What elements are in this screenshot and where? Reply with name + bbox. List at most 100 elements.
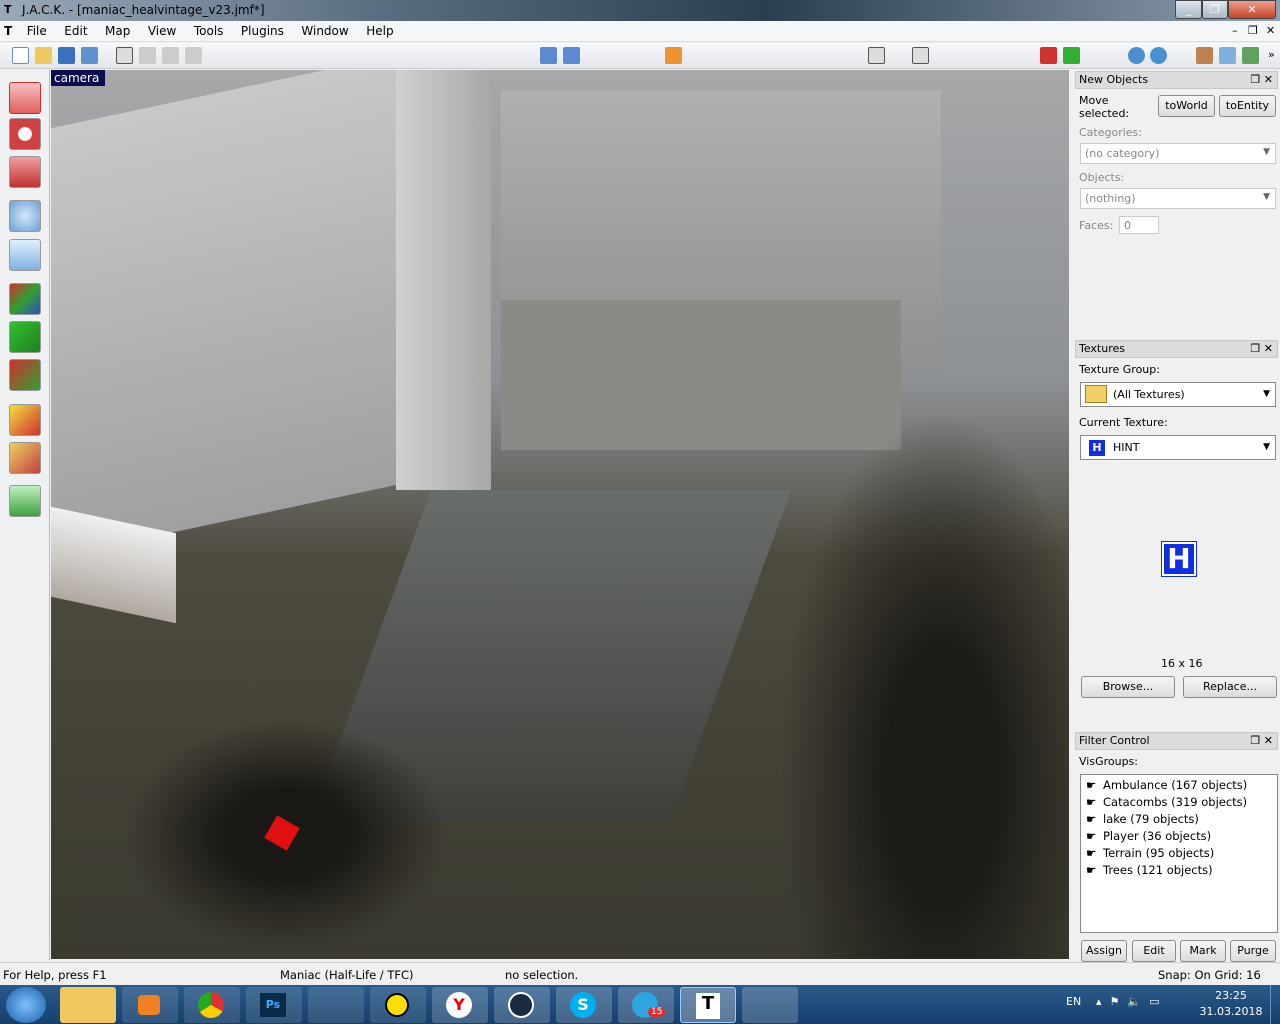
doc-restore-button[interactable]: ❐ [1248,24,1258,37]
dock-close-icon[interactable]: ❐ ✕ [1250,342,1273,355]
path-tool-icon[interactable] [9,485,41,517]
doc-minimize-button[interactable]: – [1232,24,1238,37]
categories-select[interactable]: (no category) ▼ [1080,143,1276,164]
entity-report-icon[interactable] [1196,47,1213,64]
categories-value: (no category) [1085,147,1160,160]
3d-grid-icon[interactable] [139,47,156,64]
smaller-grid-icon[interactable] [162,47,179,64]
taskbar-skype-icon[interactable]: S [556,987,612,1023]
texture-group-select[interactable]: (All Textures) ▼ [1080,382,1276,407]
minimize-button[interactable]: _ [1175,0,1202,19]
apply-texture-icon[interactable] [9,321,41,353]
filter-control-header: Filter Control ❐ ✕ [1075,732,1278,750]
viewport-label[interactable]: camera [51,70,105,86]
taskbar-gimp-icon[interactable] [308,987,364,1023]
hand-pointer-icon: ☛ [1086,812,1097,826]
hide-objects-icon[interactable] [540,47,557,64]
visgroups-list[interactable]: ☛ Ambulance (167 objects) ☛ Catacombs (319… [1080,774,1278,933]
assign-button[interactable]: Assign [1081,940,1127,962]
taskbar-photoshop-icon[interactable]: Ps [246,987,302,1023]
menu-plugins[interactable]: Plugins [234,21,291,41]
visgroup-item[interactable]: ☛ Terrain (95 objects) [1086,846,1272,863]
objects-select[interactable]: (nothing) ▼ [1080,188,1276,209]
rotate-icon[interactable] [665,47,682,64]
compile-icon[interactable] [1128,47,1145,64]
maximize-button[interactable]: ❐ [1202,0,1228,19]
view-3d-icon[interactable] [912,47,929,64]
3d-camera-viewport[interactable] [51,70,1069,959]
save-as-icon[interactable] [81,47,98,64]
uv-lock-icon[interactable] [1063,47,1080,64]
menu-view[interactable]: View [141,21,183,41]
current-texture-label: Current Texture: [1079,416,1168,429]
taskbar-steam-icon[interactable] [494,987,550,1023]
visgroups-label: VisGroups: [1079,755,1138,768]
close-button[interactable]: ✕ [1228,0,1276,19]
chevron-down-icon: ▼ [1263,147,1270,157]
taskbar-yandex-icon[interactable]: Y [432,987,488,1023]
taskbar-chrome-icon[interactable] [184,987,240,1023]
toolbar-overflow-icon[interactable]: » [1268,48,1275,61]
taskbar-paint-icon[interactable] [742,987,798,1023]
clock[interactable]: 23:25 31.03.2018 [1196,989,1266,1018]
open-file-icon[interactable] [35,47,52,64]
menu-edit[interactable]: Edit [57,21,94,41]
current-texture-select[interactable]: H HINT ▼ [1080,435,1276,460]
vertex-tool-icon[interactable] [9,442,41,474]
menu-window[interactable]: Window [294,21,355,41]
dock-close-icon[interactable]: ❐ ✕ [1250,73,1273,86]
to-world-button[interactable]: toWorld [1158,95,1215,117]
show-objects-icon[interactable] [563,47,580,64]
building-wall [51,70,411,559]
larger-grid-icon[interactable] [185,47,202,64]
entity-tool-icon[interactable] [9,200,41,232]
visgroup-item[interactable]: ☛ Catacombs (319 objects) [1086,795,1272,812]
texture-tool-icon[interactable] [9,283,41,315]
magnify-tool-icon[interactable] [9,118,41,150]
language-indicator[interactable]: EN [1066,995,1081,1008]
visgroup-item[interactable]: ☛ Player (36 objects) [1086,829,1272,846]
purge-button[interactable]: Purge [1230,940,1276,962]
new-file-icon[interactable] [12,47,29,64]
taskbar: Ps Y S 15 T EN ▴⚑🔈▭ 23:25 31.03.2018 [0,985,1280,1024]
camera-tool-icon[interactable] [9,156,41,188]
dock-close-icon[interactable]: ❐ ✕ [1250,734,1273,747]
view-2d-icon[interactable] [868,47,885,64]
decal-tool-icon[interactable] [9,359,41,391]
visgroup-item[interactable]: ☛ lake (79 objects) [1086,812,1272,829]
save-icon[interactable] [58,47,75,64]
faces-spinner[interactable]: 0 [1119,216,1159,234]
edit-button[interactable]: Edit [1132,940,1176,962]
doc-close-button[interactable]: ✕ [1266,24,1275,37]
run-icon[interactable] [1150,47,1167,64]
start-button[interactable] [6,987,46,1023]
doc-icon[interactable]: T [0,21,16,41]
taskbar-explorer-icon[interactable] [60,987,116,1023]
visgroup-label: Ambulance (167 objects) [1103,778,1248,792]
menu-tools[interactable]: Tools [187,21,231,41]
status-help: For Help, press F1 [3,968,107,982]
mark-button[interactable]: Mark [1180,940,1226,962]
visgroup-item[interactable]: ☛ Ambulance (167 objects) [1086,778,1272,795]
map-info-icon[interactable] [1219,47,1236,64]
selection-tool-icon[interactable] [9,82,41,114]
window-title: J.A.C.K. - [maniac_healvintage_v23.jmf*] [22,3,265,17]
taskbar-media-player-icon[interactable] [122,987,178,1023]
replace-button[interactable]: Replace... [1183,676,1277,698]
taskbar-app-icon[interactable] [370,987,426,1023]
menu-map[interactable]: Map [98,21,137,41]
check-problems-icon[interactable] [1242,47,1259,64]
to-entity-button[interactable]: toEntity [1219,95,1276,117]
taskbar-jack-icon[interactable]: T [680,987,736,1023]
clip-tool-icon[interactable] [9,404,41,436]
menu-help[interactable]: Help [359,21,400,41]
show-desktop-button[interactable] [1270,985,1280,1024]
texture-lock-icon[interactable] [1040,47,1057,64]
menu-file[interactable]: File [20,21,54,41]
block-tool-icon[interactable] [9,239,41,271]
visgroup-item[interactable]: ☛ Trees (121 objects) [1086,863,1272,880]
browse-button[interactable]: Browse... [1081,676,1175,698]
grid-icon[interactable] [116,47,133,64]
tray-icons[interactable]: ▴⚑🔈▭ [1096,995,1167,1008]
taskbar-telegram-icon[interactable]: 15 [618,987,674,1023]
